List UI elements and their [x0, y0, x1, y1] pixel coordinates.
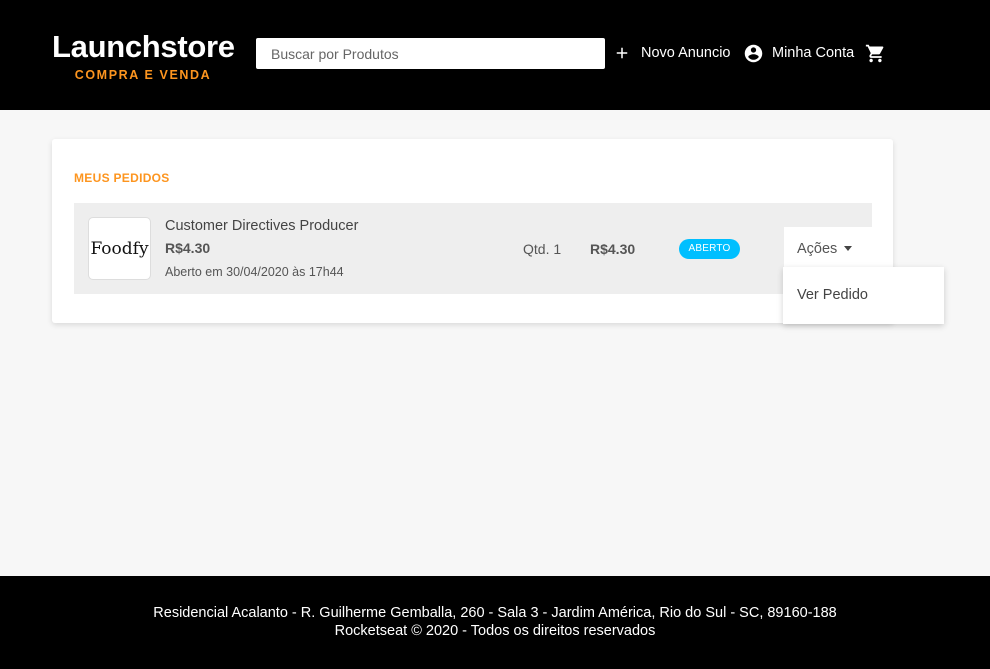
cart-link[interactable] [865, 42, 886, 64]
account-circle-icon [744, 44, 763, 62]
logo-title: Launchstore [52, 29, 235, 64]
product-price: R$4.30 [165, 240, 211, 256]
actions-dropdown-menu: Ver Pedido [783, 267, 944, 324]
order-date: Aberto em 30/04/2020 às 17h44 [165, 265, 344, 279]
footer-address: Residencial Acalanto - R. Guilherme Gemb… [153, 605, 837, 621]
product-name: Customer Directives Producer [165, 218, 359, 234]
account-label: Minha Conta [772, 45, 855, 61]
search-input[interactable] [256, 38, 605, 69]
order-total: R$4.30 [590, 241, 636, 257]
shopping-cart-icon [865, 44, 884, 62]
new-ad-label: Novo Anuncio [641, 45, 731, 61]
status-badge: ABERTO [679, 239, 740, 259]
view-order-menu-item[interactable]: Ver Pedido [797, 287, 868, 303]
site-header: Launchstore COMPRA E VENDA Novo Anuncio … [0, 0, 990, 110]
new-ad-link[interactable]: Novo Anuncio [613, 42, 730, 64]
logo[interactable]: Launchstore COMPRA E VENDA [52, 29, 235, 83]
order-quantity: Qtd. 1 [523, 241, 562, 257]
caret-down-icon [844, 246, 853, 251]
actions-label: Ações [797, 240, 838, 257]
logo-subtitle: COMPRA E VENDA [74, 68, 212, 82]
site-footer: Residencial Acalanto - R. Guilherme Gemb… [0, 576, 990, 669]
product-thumbnail: Foodfy [88, 217, 151, 280]
orders-title: MEUS PEDIDOS [74, 171, 170, 185]
account-link[interactable]: Minha Conta [743, 42, 854, 64]
plus-icon [616, 47, 628, 59]
footer-copyright: Rocketseat © 2020 - Todos os direitos re… [334, 623, 656, 639]
orders-card: MEUS PEDIDOS Foodfy Customer Directives … [52, 139, 893, 323]
actions-dropdown-button[interactable]: Ações [784, 227, 872, 270]
order-row: Foodfy Customer Directives Producer R$4.… [74, 203, 872, 294]
